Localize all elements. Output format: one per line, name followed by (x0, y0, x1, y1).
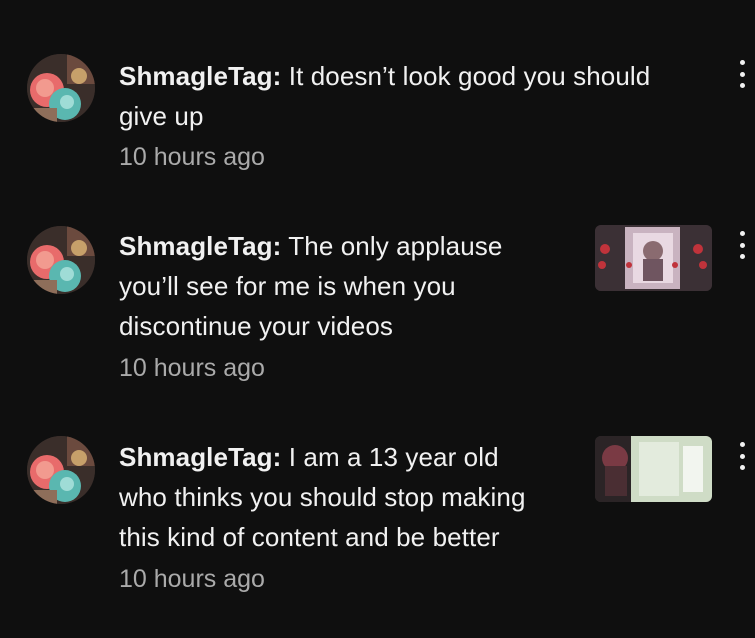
timestamp: 10 hours ago (119, 143, 265, 171)
username: ShmagleTag: (119, 61, 282, 91)
username: ShmagleTag: (119, 231, 282, 261)
message-line: this kind of content and be better (119, 522, 500, 552)
message-line: who thinks you should stop making (119, 482, 526, 512)
message-line: you’ll see for me is when you (119, 271, 456, 301)
notification-text: ShmagleTag: The only applause you’ll see… (119, 226, 502, 346)
message-line: give up (119, 101, 204, 131)
message-line: discontinue your videos (119, 311, 394, 341)
video-thumbnail[interactable] (595, 225, 712, 291)
timestamp: 10 hours ago (119, 354, 265, 382)
message-line: It doesn’t look good you should (288, 61, 651, 91)
top-edge (0, 0, 755, 6)
message-line: The only applause (288, 231, 503, 261)
avatar[interactable] (27, 436, 95, 504)
notification-text: ShmagleTag: I am a 13 year old who think… (119, 437, 526, 557)
thumbnail-image (595, 436, 712, 502)
avatar-image (27, 54, 95, 122)
more-vert-icon[interactable] (732, 56, 752, 92)
avatar-image (27, 226, 95, 294)
avatar[interactable] (27, 54, 95, 122)
avatar[interactable] (27, 226, 95, 294)
username: ShmagleTag: (119, 442, 282, 472)
avatar-image (27, 436, 95, 504)
notification-text: ShmagleTag: It doesn’t look good you sho… (119, 56, 650, 136)
message-line: I am a 13 year old (288, 442, 499, 472)
video-thumbnail[interactable] (595, 436, 712, 502)
timestamp: 10 hours ago (119, 565, 265, 593)
more-vert-icon[interactable] (732, 227, 752, 263)
thumbnail-image (595, 225, 712, 291)
more-vert-icon[interactable] (732, 438, 752, 474)
